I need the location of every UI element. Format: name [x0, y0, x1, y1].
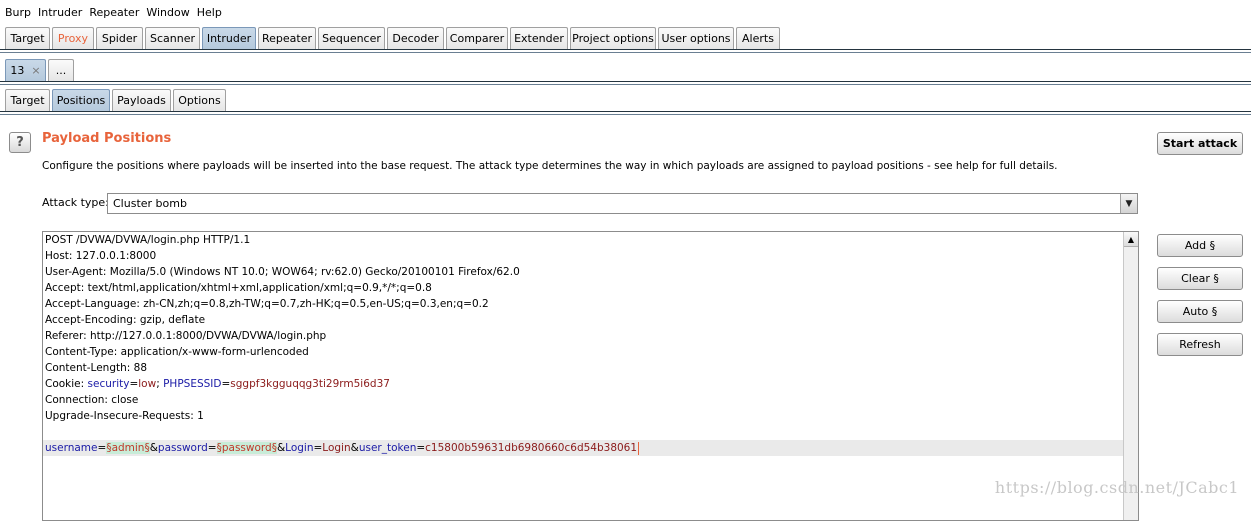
request-line: POST /DVWA/DVWA/login.php HTTP/1.1	[45, 234, 251, 246]
text-caret	[638, 441, 640, 455]
tab-proxy[interactable]: Proxy	[52, 27, 94, 49]
cookie-eq: =	[129, 378, 139, 390]
cookie-eq-2: =	[221, 378, 231, 390]
menu-burp[interactable]: Burp	[5, 6, 31, 19]
header-content-length: Content-Length: 88	[45, 362, 148, 374]
scroll-up-icon[interactable]: ▲	[1124, 232, 1138, 247]
tab-alerts[interactable]: Alerts	[736, 27, 780, 49]
refresh-button[interactable]: Refresh	[1157, 333, 1243, 356]
body-amp: &	[350, 442, 359, 454]
auto-marker-button[interactable]: Auto §	[1157, 300, 1243, 323]
header-upgrade-insecure: Upgrade-Insecure-Requests: 1	[45, 410, 204, 422]
cookie-prefix: Cookie:	[45, 378, 88, 390]
subtab-options[interactable]: Options	[173, 89, 226, 111]
watermark: https://blog.csdn.net/JCabc1	[994, 478, 1239, 497]
request-editor[interactable]: POST /DVWA/DVWA/login.php HTTP/1.1 Host:…	[42, 231, 1139, 521]
tab-intruder[interactable]: Intruder	[202, 27, 256, 49]
body-eq: =	[207, 442, 217, 454]
payload-position-username[interactable]: §admin§	[106, 442, 150, 454]
tab-new-instance[interactable]: ...	[48, 59, 74, 81]
body-key-username: username	[45, 442, 98, 454]
cookie-value-security: low	[138, 378, 157, 390]
section-title: Payload Positions	[42, 131, 172, 146]
tab-underline-2	[0, 52, 1251, 53]
header-accept-language: Accept-Language: zh-CN,zh;q=0.8,zh-TW;q=…	[45, 298, 489, 310]
header-connection: Connection: close	[45, 394, 139, 406]
start-attack-button[interactable]: Start attack	[1157, 132, 1243, 155]
tab-decoder[interactable]: Decoder	[387, 27, 444, 49]
close-icon[interactable]: ×	[31, 64, 40, 77]
tab-comparer[interactable]: Comparer	[446, 27, 508, 49]
subtab-target[interactable]: Target	[5, 89, 50, 111]
header-accept-encoding: Accept-Encoding: gzip, deflate	[45, 314, 206, 326]
body-key-user-token: user_token	[358, 442, 417, 454]
header-host: Host: 127.0.0.1:8000	[45, 250, 157, 262]
body-amp: &	[149, 442, 158, 454]
header-cookie: Cookie: security=low; PHPSESSID=sggpf3kg…	[45, 376, 390, 392]
payload-position-password[interactable]: §password§	[216, 442, 277, 454]
subtab-payloads[interactable]: Payloads	[112, 89, 171, 111]
body-amp: &	[276, 442, 286, 454]
attack-type-label: Attack type:	[42, 196, 109, 209]
tab-sequencer[interactable]: Sequencer	[318, 27, 385, 49]
add-marker-button[interactable]: Add §	[1157, 234, 1243, 257]
editor-scrollbar[interactable]: ▲	[1123, 232, 1138, 520]
cookie-value-phpsessid: sggpf3kgguqqg3ti29rm5i6d37	[230, 378, 390, 390]
tab-extender[interactable]: Extender	[510, 27, 568, 49]
tab-project-options[interactable]: Project options	[570, 27, 656, 49]
cookie-key-phpsessid: PHPSESSID	[163, 378, 222, 390]
body-eq: =	[313, 442, 323, 454]
body-eq: =	[97, 442, 107, 454]
instance-tab-label: 13	[10, 64, 25, 77]
menu-window[interactable]: Window	[146, 6, 189, 19]
header-user-agent: User-Agent: Mozilla/5.0 (Windows NT 10.0…	[45, 266, 520, 278]
tab-scanner[interactable]: Scanner	[145, 27, 200, 49]
request-body: username=§admin§&password=§password§&Log…	[45, 440, 640, 456]
tab-underline	[0, 49, 1251, 50]
cookie-key-security: security	[87, 378, 130, 390]
instance-underline	[0, 81, 1251, 82]
body-eq: =	[416, 442, 426, 454]
subtab-positions[interactable]: Positions	[52, 89, 110, 111]
menu-intruder[interactable]: Intruder	[38, 6, 82, 19]
body-key-login: Login	[285, 442, 314, 454]
body-value-user-token: c15800b59631db6980660c6d54b38061	[425, 442, 638, 454]
tab-target[interactable]: Target	[5, 27, 50, 49]
help-icon[interactable]: ?	[9, 132, 31, 153]
tab-repeater[interactable]: Repeater	[258, 27, 316, 49]
tab-user-options[interactable]: User options	[658, 27, 734, 49]
body-value-login: Login	[322, 442, 351, 454]
clear-marker-button[interactable]: Clear §	[1157, 267, 1243, 290]
section-description: Configure the positions where payloads w…	[42, 160, 1058, 172]
tab-spider[interactable]: Spider	[96, 27, 143, 49]
header-accept: Accept: text/html,application/xhtml+xml,…	[45, 282, 432, 294]
subtab-underline	[0, 111, 1251, 112]
menu-repeater[interactable]: Repeater	[89, 6, 139, 19]
body-key-password: password	[157, 442, 208, 454]
tab-instance-13[interactable]: 13 ×	[5, 59, 46, 81]
header-referer: Referer: http://127.0.0.1:8000/DVWA/DVWA…	[45, 330, 327, 342]
instance-underline-2	[0, 84, 1251, 85]
attack-type-select[interactable]: Cluster bomb ▼	[107, 193, 1138, 214]
header-content-type: Content-Type: application/x-www-form-url…	[45, 346, 309, 358]
menu-bar: Burp Intruder Repeater Window Help	[0, 0, 1251, 24]
menu-help[interactable]: Help	[197, 6, 222, 19]
chevron-down-icon[interactable]: ▼	[1120, 194, 1137, 213]
attack-type-value: Cluster bomb	[113, 197, 187, 210]
subtab-underline-2	[0, 114, 1251, 115]
